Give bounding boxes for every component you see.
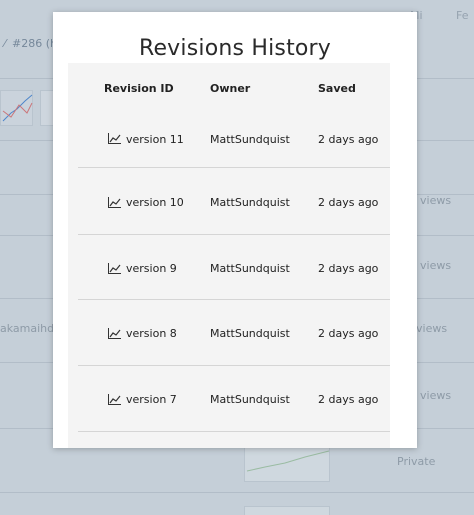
column-header-revision-id: Revision ID	[104, 82, 174, 95]
revision-owner: MattSundquist	[210, 133, 290, 146]
table-row[interactable]: version 11 MattSundquist 2 days ago	[78, 114, 390, 168]
revision-id[interactable]: version 8	[126, 327, 177, 340]
revision-owner: MattSundquist	[210, 393, 290, 406]
line-chart-icon	[108, 263, 121, 274]
table-row[interactable]: version 7 MattSundquist 2 days ago	[78, 366, 390, 432]
modal-title: Revisions History	[138, 36, 332, 61]
revision-saved: 2 days ago	[318, 196, 379, 209]
line-chart-icon	[108, 328, 121, 339]
revision-id[interactable]: version 7	[126, 393, 177, 406]
revision-id[interactable]: version 9	[126, 262, 177, 275]
table-header: Revision ID Owner Saved	[68, 63, 390, 111]
revision-saved: 2 days ago	[318, 393, 379, 406]
line-chart-icon	[108, 133, 121, 144]
table-row[interactable]: version 9 MattSundquist 2 days ago	[78, 235, 390, 300]
line-chart-icon	[108, 197, 121, 208]
table-row[interactable]: version 10 MattSundquist 2 days ago	[78, 169, 390, 235]
revision-id[interactable]: version 11	[126, 133, 184, 146]
revision-saved: 2 days ago	[318, 262, 379, 275]
column-header-owner: Owner	[210, 82, 251, 95]
revision-saved: 2 days ago	[318, 133, 379, 146]
line-chart-icon	[108, 394, 121, 405]
table-row[interactable]: version 8 MattSundquist 2 days ago	[78, 300, 390, 366]
revision-id[interactable]: version 10	[126, 196, 184, 209]
revision-owner: MattSundquist	[210, 327, 290, 340]
revision-saved: 2 days ago	[318, 327, 379, 340]
revisions-history-modal: Revisions History Revision ID Owner Save…	[53, 12, 417, 448]
revision-owner: MattSundquist	[210, 262, 290, 275]
column-header-saved: Saved	[318, 82, 356, 95]
revisions-table: Revision ID Owner Saved version 11 MattS…	[68, 63, 390, 448]
revision-owner: MattSundquist	[210, 196, 290, 209]
